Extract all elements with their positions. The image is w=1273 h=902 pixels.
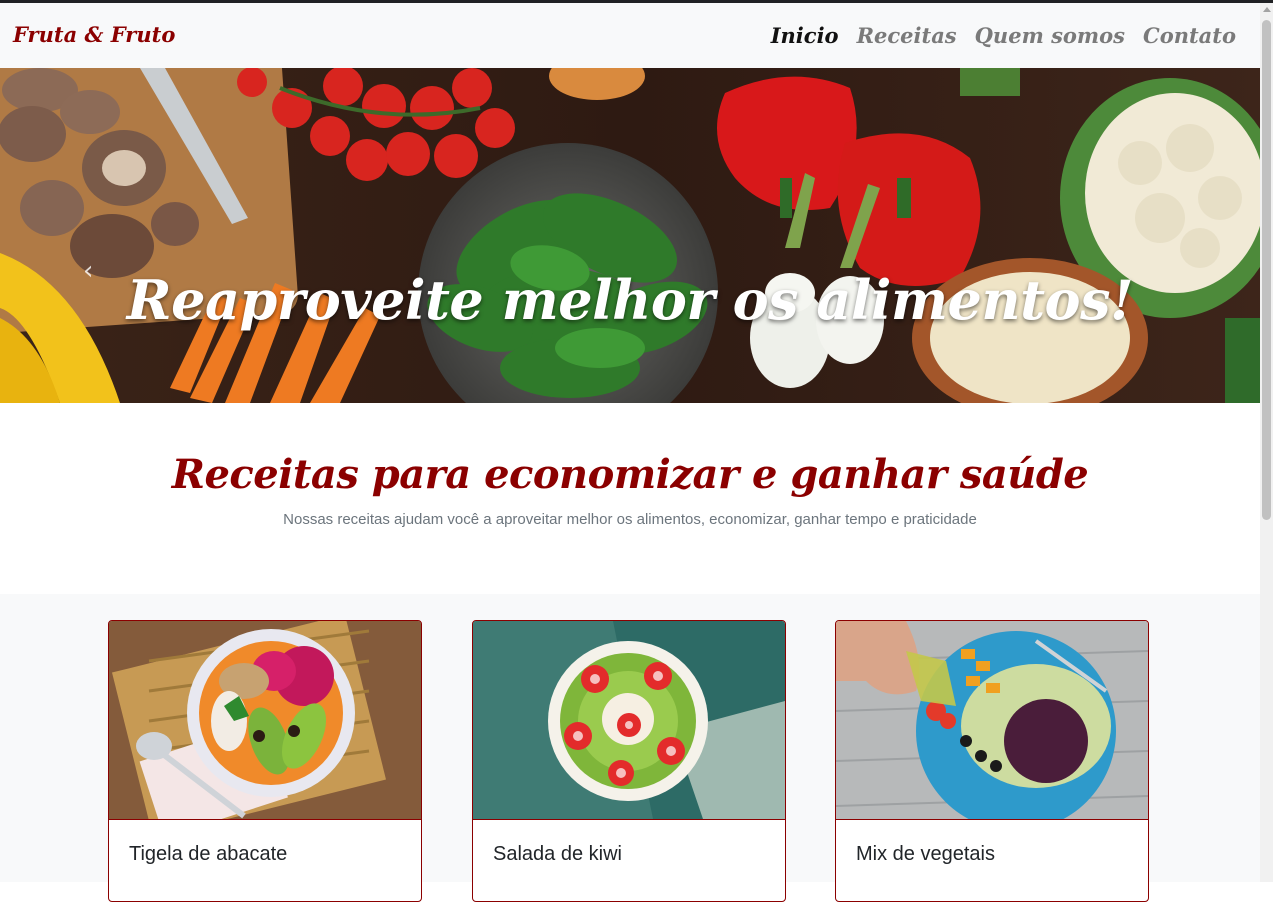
scrollbar-thumb[interactable]: [1262, 20, 1271, 520]
hero-carousel: ‹ Reaproveite melhor os alimentos!: [0, 68, 1260, 403]
recipe-card-tigela-de-abacate[interactable]: Tigela de abacate: [108, 620, 422, 902]
scrollbar[interactable]: [1260, 3, 1273, 882]
brand-logo[interactable]: Fruta & Fruto: [13, 22, 175, 47]
nav-link-inicio[interactable]: Inicio: [771, 23, 839, 48]
scroll-up-arrow-icon[interactable]: [1263, 7, 1271, 12]
hero-title: Reaproveite melhor os alimentos!: [126, 268, 1134, 332]
nav-link-contato[interactable]: Contato: [1143, 23, 1236, 48]
section-heading: Receitas para economizar e ganhar saúde: [171, 451, 1089, 498]
recipe-card-title: Salada de kiwi: [493, 843, 622, 865]
recipe-card-salada-de-kiwi[interactable]: Salada de kiwi: [472, 620, 786, 902]
intro-section: Receitas para economizar e ganhar saúde …: [0, 403, 1260, 594]
recipe-image-acai-bowl: [109, 621, 421, 820]
hero-image: [0, 68, 1260, 403]
recipe-image-vegetable-plate: [836, 621, 1148, 820]
navbar: Fruta & Fruto Inicio Receitas Quem somos…: [0, 3, 1260, 68]
recipe-image-kiwi-bowl: [473, 621, 785, 820]
recipe-card-title: Tigela de abacate: [129, 843, 288, 865]
section-subtitle: Nossas receitas ajudam você a aproveitar…: [283, 511, 977, 528]
recipe-cards-section: Tigela de abacate Salada de kiwi Mix de …: [0, 594, 1260, 902]
nav-links: Inicio Receitas Quem somos Contato: [771, 23, 1236, 48]
recipe-card-mix-de-vegetais[interactable]: Mix de vegetais: [835, 620, 1149, 902]
nav-link-quem-somos[interactable]: Quem somos: [975, 23, 1125, 48]
nav-link-receitas[interactable]: Receitas: [857, 23, 957, 48]
recipe-card-title: Mix de vegetais: [856, 843, 995, 865]
